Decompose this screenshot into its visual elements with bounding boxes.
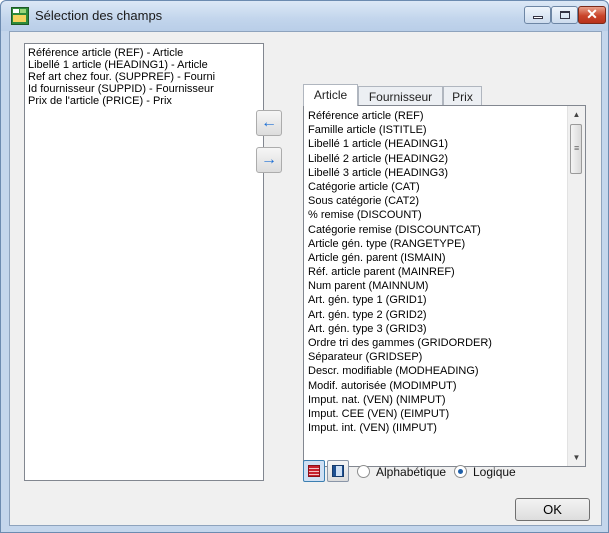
list-item[interactable]: Num parent (MAINNUM) <box>308 279 585 293</box>
maximize-icon <box>560 11 570 19</box>
list-item[interactable]: % remise (DISCOUNT) <box>308 208 585 222</box>
radio-selected-dot <box>458 469 463 474</box>
dialog-body: Référence article (REF) - Article Libell… <box>9 31 602 526</box>
list-item[interactable]: Ordre tri des gammes (GRIDORDER) <box>308 336 585 350</box>
view-columns-button[interactable] <box>327 460 349 482</box>
title-bar[interactable]: Sélection des champs ✕ <box>1 1 608 31</box>
selected-fields-list[interactable]: Référence article (REF) - Article Libell… <box>24 43 264 481</box>
window-title: Sélection des champs <box>35 8 163 23</box>
scroll-down-arrow-icon[interactable]: ▼ <box>568 449 585 466</box>
list-item[interactable]: Libellé 1 article (HEADING1) <box>308 137 585 151</box>
ok-button[interactable]: OK <box>515 498 590 521</box>
close-button[interactable]: ✕ <box>578 6 606 24</box>
list-item[interactable]: Référence article (REF) <box>308 109 585 123</box>
scroll-up-arrow-icon[interactable]: ▲ <box>568 106 585 123</box>
list-item[interactable]: Art. gén. type 3 (GRID3) <box>308 322 585 336</box>
list-item[interactable]: Imput. CEE (VEN) (EIMPUT) <box>308 407 585 421</box>
list-item[interactable]: Id fournisseur (SUPPID) - Fournisseur <box>28 83 263 95</box>
list-item[interactable]: Descr. modifiable (MODHEADING) <box>308 364 585 378</box>
list-item[interactable]: Prix de l'article (PRICE) - Prix <box>28 95 263 107</box>
radio-logique[interactable] <box>454 465 467 478</box>
list-item[interactable]: Famille article (ISTITLE) <box>308 123 585 137</box>
grip-icon: ≡ <box>574 143 580 153</box>
list-item[interactable]: Article gén. parent (ISMAIN) <box>308 251 585 265</box>
list-item[interactable]: Libellé 2 article (HEADING2) <box>308 152 585 166</box>
list-item[interactable]: Réf. article parent (MAINREF) <box>308 265 585 279</box>
radio-logique-label[interactable]: Logique <box>473 465 516 479</box>
arrow-right-icon: → <box>261 151 277 168</box>
list-item[interactable]: Référence article (REF) - Article <box>28 47 263 59</box>
close-icon: ✕ <box>586 6 598 22</box>
arrow-left-icon: ← <box>261 114 277 131</box>
tab-article[interactable]: Article <box>303 84 358 106</box>
list-item[interactable]: Modif. autorisée (MODIMPUT) <box>308 379 585 393</box>
scrollbar-thumb[interactable]: ≡ <box>570 124 582 174</box>
view-list-button[interactable] <box>303 460 325 482</box>
list-item[interactable]: Imput. int. (VEN) (IIMPUT) <box>308 421 585 435</box>
app-icon <box>11 7 29 25</box>
list-item[interactable]: Catégorie remise (DISCOUNTCAT) <box>308 223 585 237</box>
list-item[interactable]: Imput. nat. (VEN) (NIMPUT) <box>308 393 585 407</box>
list-item[interactable]: Ref art chez four. (SUPPREF) - Fourni <box>28 71 263 83</box>
list-item[interactable]: Sous catégorie (CAT2) <box>308 194 585 208</box>
add-field-button[interactable]: ← <box>256 110 282 136</box>
minimize-icon <box>533 16 543 19</box>
red-table-icon <box>308 465 320 477</box>
vertical-scrollbar[interactable]: ▲ ≡ ▼ <box>567 106 585 466</box>
available-fields-list[interactable]: Référence article (REF) Famille article … <box>303 105 586 467</box>
radio-alphabetique-label[interactable]: Alphabétique <box>376 465 446 479</box>
list-item[interactable]: Libellé 3 article (HEADING3) <box>308 166 585 180</box>
radio-alphabetique[interactable] <box>357 465 370 478</box>
minimize-button[interactable] <box>524 6 551 24</box>
blue-table-icon <box>332 465 344 477</box>
list-item[interactable]: Séparateur (GRIDSEP) <box>308 350 585 364</box>
list-item[interactable]: Libellé 1 article (HEADING1) - Article <box>28 59 263 71</box>
list-item[interactable]: Art. gén. type 1 (GRID1) <box>308 293 585 307</box>
tab-fournisseur[interactable]: Fournisseur <box>358 86 443 106</box>
remove-field-button[interactable]: → <box>256 147 282 173</box>
list-item[interactable]: Art. gén. type 2 (GRID2) <box>308 308 585 322</box>
dialog-window: Sélection des champs ✕ Référence article… <box>0 0 609 533</box>
maximize-button[interactable] <box>551 6 578 24</box>
tab-prix[interactable]: Prix <box>443 86 482 106</box>
list-item[interactable]: Article gén. type (RANGETYPE) <box>308 237 585 251</box>
list-item[interactable]: Catégorie article (CAT) <box>308 180 585 194</box>
